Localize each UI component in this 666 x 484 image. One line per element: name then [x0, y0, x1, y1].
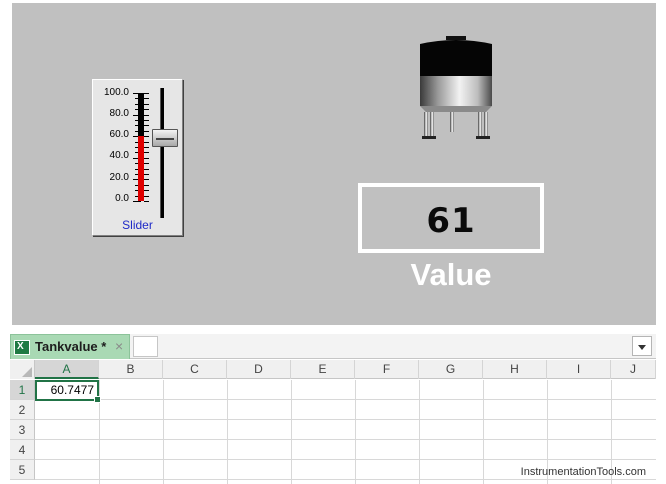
slider-tick — [144, 190, 149, 191]
scale-label: 40.0 — [109, 150, 129, 161]
slider-control[interactable]: 100.0 80.0 60.0 40.0 20.0 0.0 Slider — [92, 79, 183, 236]
column-header-d[interactable]: D — [227, 360, 291, 379]
slider-tick — [144, 174, 149, 175]
column-header-j[interactable]: J — [611, 360, 656, 379]
column-header-g[interactable]: G — [419, 360, 483, 379]
scale-label: 80.0 — [109, 108, 129, 119]
scale-label: 0.0 — [115, 193, 129, 204]
slider-tick — [144, 185, 149, 186]
slider-tick — [144, 163, 149, 164]
column-header-i[interactable]: I — [547, 360, 611, 379]
chevron-down-icon[interactable] — [632, 336, 652, 356]
scale-label: 60.0 — [109, 129, 129, 140]
grid-line — [419, 380, 420, 484]
grid-line — [291, 380, 292, 484]
scale-label: 20.0 — [109, 172, 129, 183]
row-header-3[interactable]: 3 — [10, 420, 35, 440]
tab-bar: Tankvalue * × — [10, 334, 656, 359]
row-header-2[interactable]: 2 — [10, 400, 35, 420]
column-header-b[interactable]: B — [99, 360, 163, 379]
slider-tick — [144, 142, 149, 143]
slider-tick — [144, 152, 149, 153]
column-header-h[interactable]: H — [483, 360, 547, 379]
slider-tick — [144, 196, 149, 197]
close-icon[interactable]: × — [115, 338, 123, 354]
value-label: Value — [410, 257, 492, 292]
screen: 100.0 80.0 60.0 40.0 20.0 0.0 Slider 61 … — [0, 0, 666, 484]
slider-tick — [144, 201, 149, 202]
column-header-f[interactable]: F — [355, 360, 419, 379]
watermark: InstrumentationTools.com — [520, 466, 646, 478]
tab-tankvalue[interactable]: Tankvalue * × — [10, 334, 130, 359]
slider-tick — [144, 158, 149, 159]
slider-tick — [144, 98, 149, 99]
row-header-5[interactable]: 5 — [10, 460, 35, 480]
slider-thumb[interactable] — [152, 129, 178, 147]
scale-label: 100.0 — [103, 87, 129, 98]
slider-tick — [144, 147, 149, 148]
slider-tick — [144, 136, 149, 137]
slider-tick — [144, 120, 149, 121]
slider-tick — [144, 125, 149, 126]
slider-tick — [144, 169, 149, 170]
column-header-a[interactable]: A — [35, 360, 99, 379]
value-display: 61 — [358, 183, 544, 253]
select-all-corner[interactable] — [10, 360, 35, 379]
cell-a1[interactable]: 60.7477 — [35, 380, 101, 403]
excel-icon — [14, 340, 30, 355]
grid-line — [483, 380, 484, 484]
column-header-c[interactable]: C — [163, 360, 227, 379]
row-header-4[interactable]: 4 — [10, 440, 35, 460]
slider-tick — [144, 179, 149, 180]
grid-line — [355, 380, 356, 484]
slider-ticks-right — [144, 93, 150, 203]
slider-tick — [144, 104, 149, 105]
hmi-canvas: 100.0 80.0 60.0 40.0 20.0 0.0 Slider 61 … — [12, 3, 656, 325]
slider-tick — [133, 201, 141, 202]
slider-groove[interactable] — [160, 88, 164, 218]
grid-line — [163, 380, 164, 484]
slider-caption: Slider — [122, 218, 153, 232]
new-tab-button[interactable] — [133, 336, 158, 357]
slider-tick — [144, 109, 149, 110]
column-header-e[interactable]: E — [291, 360, 355, 379]
grid-line — [227, 380, 228, 484]
tank-icon — [420, 36, 492, 139]
row-header-1[interactable]: 1 — [10, 380, 35, 400]
slider-tick — [144, 93, 149, 94]
value-number: 61 — [426, 201, 476, 241]
slider-tick — [144, 115, 149, 116]
column-header-row: A B C D E F G H I J — [10, 360, 656, 379]
slider-scale: 100.0 80.0 60.0 40.0 20.0 0.0 — [93, 88, 129, 208]
spreadsheet: Tankvalue * × A B C D E F G H I J — [10, 334, 656, 484]
tab-label: Tankvalue * — [35, 339, 107, 354]
slider-tick — [144, 131, 149, 132]
